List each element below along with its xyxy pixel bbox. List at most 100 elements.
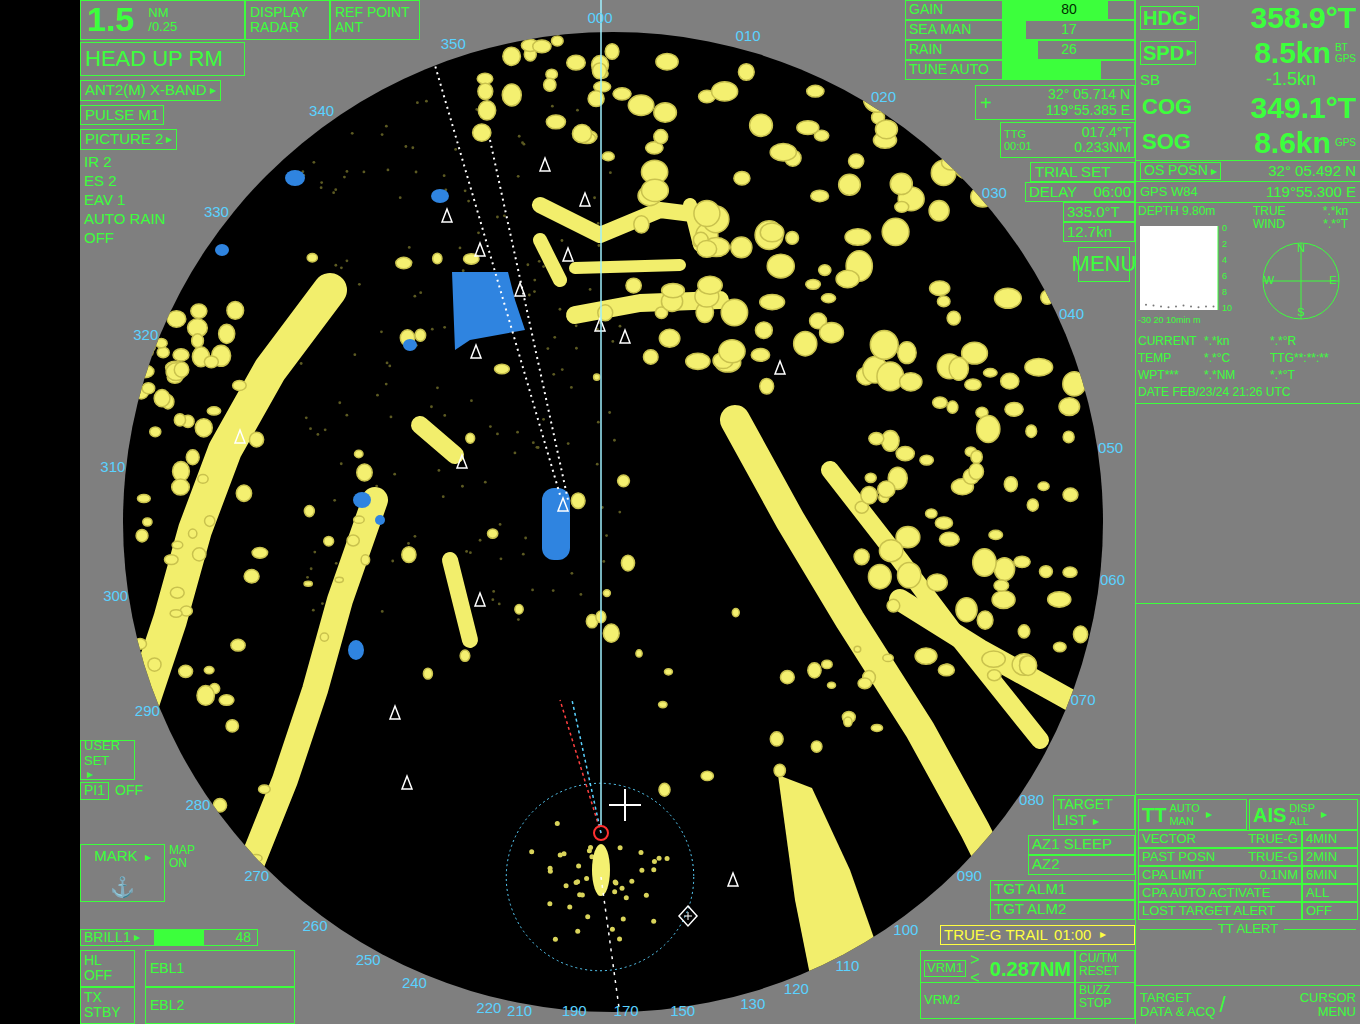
target-data-button[interactable]: TARGETDATA & ACQ (1140, 991, 1215, 1020)
bearing-label: 100 (893, 921, 918, 938)
control-button[interactable]: TX STBY (80, 987, 135, 1024)
tt-setting-row[interactable]: LOST TARGET ALERT OFF (1136, 902, 1360, 920)
tt-alert-header: TT ALERT (1136, 920, 1360, 938)
date-line: DATE FEB/23/24 21:26 UTC (1138, 384, 1358, 401)
trail-button[interactable]: TRUE-G TRAIL01:00▸ (940, 925, 1135, 945)
menu-button[interactable]: MENU (1078, 247, 1130, 282)
adjust-bar[interactable]: 26 (1003, 40, 1135, 60)
radar-screen: 0000100200300400500600700800901001101201… (0, 0, 1360, 1024)
adjust-row[interactable]: GAIN 80 (905, 0, 1135, 20)
left-black-strip (0, 0, 80, 1024)
bottom-left-controls: HL OFF EBL1 TX STBY EBL2 (80, 950, 295, 1024)
ais-target-icon[interactable] (402, 776, 412, 789)
mode-box[interactable]: HEAD UP RM (80, 42, 245, 76)
vrm-row: VRM2 BUZZ STOP (920, 982, 1135, 1019)
display-box[interactable]: DISPLAYRADAR (245, 0, 330, 40)
menu-item[interactable]: PULSE M1 (80, 105, 164, 126)
tt-setting-row[interactable]: PAST POSNTRUE-G 2MIN (1136, 848, 1360, 866)
user-set-button[interactable]: USER SET▸ (80, 740, 135, 780)
position-row[interactable]: OS POSN▸ 32° 05.492 N (1136, 160, 1360, 181)
adjust-row[interactable]: RAIN 26 (905, 40, 1135, 60)
vrm-ring[interactable] (506, 783, 694, 971)
az-button[interactable]: AZ2 (1028, 855, 1135, 875)
trial-delay[interactable]: DELAY06:00 (1025, 182, 1135, 202)
trial-speed[interactable]: 12.7kn (1063, 222, 1135, 242)
adjust-row[interactable]: SEA MAN 17 (905, 20, 1135, 40)
ebl-box[interactable]: EBL2 (145, 987, 295, 1024)
target-alarm-button[interactable]: TGT ALM1 (990, 880, 1135, 900)
tt-setting-row[interactable]: CPA AUTO ACTIVATE ALL (1136, 884, 1360, 902)
radar-scope[interactable] (123, 32, 1103, 1012)
cursor-menu-button[interactable]: CURSORMENU (1300, 991, 1356, 1020)
own-ship-icon (594, 826, 608, 840)
ais-display-button[interactable]: AIS DISPALL ▸ (1249, 799, 1358, 830)
az-button[interactable]: AZ1 SLEEP (1028, 835, 1135, 855)
adjust-bar[interactable]: 17 (1003, 20, 1135, 40)
brill-control[interactable]: BRILL1▸ 48 (80, 929, 258, 946)
ais-target-icon[interactable] (390, 706, 400, 719)
function-button[interactable]: BUZZ STOP (1075, 982, 1135, 1019)
cursor-cross-icon[interactable] (609, 789, 641, 821)
info-row: WPT****.*NM*.*°T (1138, 367, 1358, 384)
bearing-label: 330 (204, 203, 229, 220)
svg-text:10: 10 (1222, 303, 1232, 313)
ais-target-icon[interactable] (471, 345, 481, 358)
svg-text:-30 20 10min m: -30 20 10min m (1138, 315, 1201, 325)
adjust-row[interactable]: TUNE AUTO (905, 60, 1135, 80)
ais-target-icon[interactable] (235, 430, 245, 443)
svg-text:S: S (1297, 306, 1304, 318)
bearing-label: 130 (740, 995, 765, 1012)
info-row: CURRENT*.*kn*.*°R (1138, 333, 1358, 350)
trial-button[interactable]: TRIAL SET (1030, 162, 1135, 182)
menu-item[interactable]: PICTURE 2▸ (80, 129, 177, 150)
ais-target-icon[interactable] (540, 158, 550, 171)
speed-row[interactable]: SPD▸ 8.5kn BTGPS (1136, 35, 1360, 70)
bearing-label: 310 (100, 458, 125, 475)
ais-target-icon[interactable] (475, 243, 485, 256)
ais-target-icon[interactable] (515, 283, 525, 296)
ais-target-icon[interactable] (728, 873, 738, 886)
ref-point-box[interactable]: REF POINTANT (330, 0, 420, 40)
ais-target-icon[interactable] (563, 248, 573, 261)
ais-target-icon[interactable] (595, 318, 605, 331)
depth-chart: 0246810-30 20 10min m (1136, 218, 1236, 328)
bearing-label: 060 (1100, 571, 1125, 588)
ais-target-icon[interactable] (558, 498, 568, 511)
target-alarm-button[interactable]: TGT ALM2 (990, 900, 1135, 920)
vrm-button[interactable]: VRM2 (920, 982, 1075, 1019)
ais-target-icon[interactable] (475, 593, 485, 606)
tgt-alm-group: TGT ALM1TGT ALM2 (990, 880, 1135, 920)
svg-text:N: N (1297, 242, 1305, 254)
tt-setting-row[interactable]: VECTORTRUE-G 4MIN (1136, 830, 1360, 848)
control-button[interactable]: HL OFF (80, 950, 135, 987)
trial-course[interactable]: 335.0°T (1063, 202, 1135, 222)
bearing-label: 240 (402, 974, 427, 991)
ais-target-icon[interactable] (580, 193, 590, 206)
target-list-button[interactable]: TARGET LIST ▸ (1053, 795, 1135, 830)
setting-line: ES 2 (84, 173, 165, 192)
ais-target-icon[interactable] (457, 455, 467, 468)
adjust-bar[interactable]: 80 (1003, 0, 1135, 20)
ebl-box[interactable]: EBL1 (145, 950, 295, 987)
ais-target-icon[interactable] (775, 361, 785, 374)
setting-line: AUTO RAIN (84, 211, 165, 230)
heading-row[interactable]: HDG▸ 358.9°T (1136, 0, 1360, 35)
mark-button[interactable]: MARK ▸ ⚓ (80, 844, 165, 902)
brill-bar[interactable]: 48 (155, 929, 258, 946)
depth-graph: DEPTH 9.80m 0246810-30 20 10min m (1136, 203, 1241, 333)
menu-item[interactable]: ANT2(M) X-BAND▸ (80, 80, 221, 101)
bearing-label: 340 (309, 102, 334, 119)
sog-row: SOG 8.6kn GPS (1136, 125, 1360, 160)
ais-target-icon[interactable] (442, 209, 452, 222)
tt-setting-row[interactable]: CPA LIMIT0.1NM 6MIN (1136, 866, 1360, 884)
pi-row[interactable]: PI1OFF (80, 782, 295, 799)
tt-mode-button[interactable]: TT AUTOMAN ▸ (1138, 799, 1247, 830)
ais-target-icon[interactable] (620, 330, 630, 343)
tracked-target-icon[interactable] (679, 906, 697, 926)
range-box[interactable]: 1.5 NM/0.25 (80, 0, 245, 40)
adjust-bar[interactable] (1003, 60, 1135, 80)
bearing-label: 190 (562, 1002, 587, 1019)
vrm-row: VRM1 >< 0.287NM CU/TM RESET (920, 950, 1135, 982)
tt-panel: TT AUTOMAN ▸ AIS DISPALL ▸ VECTORTRUE-G … (1136, 794, 1360, 1024)
svg-text:W: W (1263, 274, 1274, 286)
